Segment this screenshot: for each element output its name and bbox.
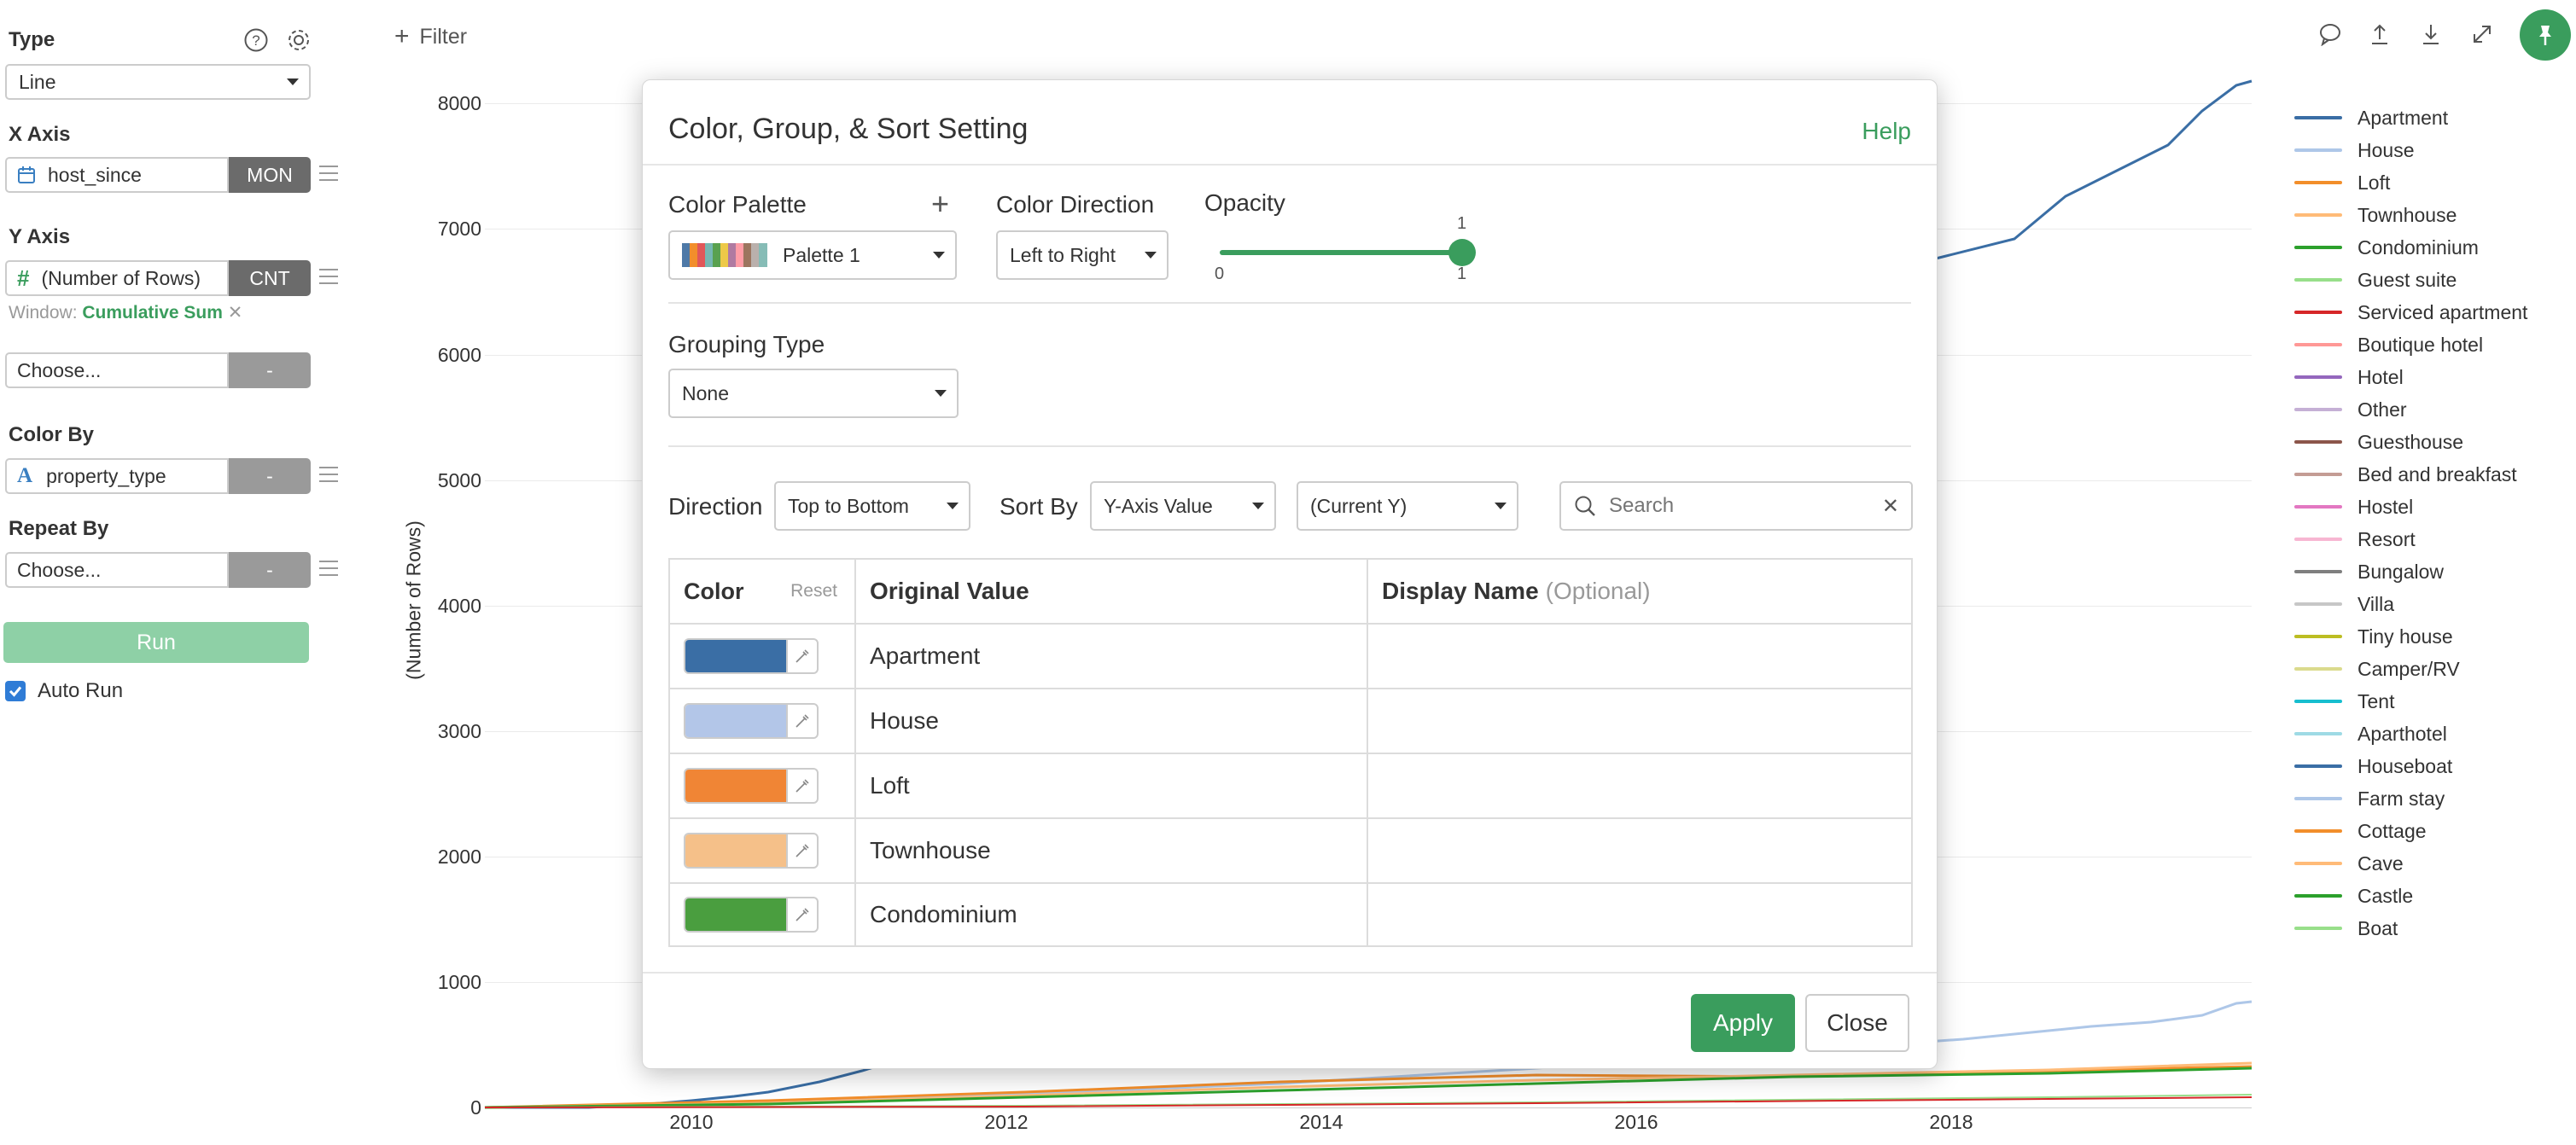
legend-item[interactable]: Villa [2294,588,2394,620]
eyedropper-icon [796,714,809,728]
opacity-min: 0 [1215,264,1225,283]
eyedropper-icon [796,649,809,663]
color-direction-value: Left to Right [1010,243,1116,266]
original-value: Apartment [856,625,1368,688]
clear-search-icon[interactable]: ✕ [1882,494,1899,519]
legend-item[interactable]: Houseboat [2294,750,2452,782]
palette-select[interactable]: Palette 1 [668,230,957,280]
add-palette-icon[interactable]: + [931,186,949,222]
opacity-current-value: 1 [1457,214,1467,233]
apply-button[interactable]: Apply [1691,994,1795,1052]
optional-hint: (Optional) [1545,578,1651,604]
sort-by-select[interactable]: Y-Axis Value [1090,481,1276,531]
legend-item[interactable]: Loft [2294,166,2390,199]
legend-item[interactable]: Boutique hotel [2294,328,2483,361]
eyedropper-icon [796,908,809,921]
color-direction-select[interactable]: Left to Right [996,230,1169,280]
eyedropper-icon [796,779,809,793]
table-row: House [670,688,1911,753]
legend-item[interactable]: Tiny house [2294,620,2453,653]
legend-item[interactable]: House [2294,134,2414,166]
legend-item[interactable]: Guesthouse [2294,426,2463,458]
color-picker[interactable] [684,768,819,804]
legend-item[interactable]: Resort [2294,523,2416,555]
legend-item[interactable]: Condominium [2294,231,2479,264]
close-button[interactable]: Close [1805,994,1909,1052]
legend-item[interactable]: Apartment [2294,102,2448,134]
original-value-header-label: Original Value [870,578,1029,604]
table-row: Townhouse [670,817,1911,882]
legend-item[interactable]: Bungalow [2294,555,2444,588]
sort-by-y-select[interactable]: (Current Y) [1297,481,1518,531]
color-column-header: Color Reset [670,560,856,623]
legend-item[interactable]: Townhouse [2294,199,2457,231]
legend-item[interactable]: Boat [2294,912,2398,944]
palette-swatch [682,243,767,267]
legend-item[interactable]: Cave [2294,847,2404,880]
display-name-cell[interactable] [1368,689,1911,753]
opacity-slider-handle[interactable] [1448,239,1476,266]
display-name-cell[interactable] [1368,884,1911,945]
color-picker[interactable] [684,638,819,674]
grouping-type-label: Grouping Type [668,331,825,357]
legend-item[interactable]: Aparthotel [2294,718,2447,750]
display-name-cell[interactable] [1368,754,1911,817]
legend-item[interactable]: Serviced apartment [2294,296,2527,328]
color-picker[interactable] [684,703,819,739]
dialog-title: Color, Group, & Sort Setting [668,113,1029,145]
sort-by-label: Sort By [1000,493,1078,520]
grouping-type-select[interactable]: None [668,369,959,418]
display-name-header-label: Display Name [1382,578,1539,604]
sort-direction-value: Top to Bottom [788,494,909,517]
legend-item[interactable]: Tent [2294,685,2394,718]
color-direction-label: Color Direction [996,191,1155,218]
legend-item[interactable]: Other [2294,393,2407,426]
color-picker[interactable] [684,897,819,933]
legend-item[interactable]: Camper/RV [2294,653,2460,685]
sort-by-y-value: (Current Y) [1310,494,1407,517]
original-value: Loft [856,754,1368,817]
legend-item[interactable]: Hostel [2294,491,2413,523]
opacity-slider-track[interactable] [1220,250,1464,255]
sort-direction-select[interactable]: Top to Bottom [774,481,970,531]
legend-item[interactable]: Cottage [2294,815,2427,847]
table-header: Color Reset Original Value Display Name … [670,560,1911,623]
sort-by-value: Y-Axis Value [1104,494,1213,517]
search-box: ✕ [1559,481,1913,531]
legend-item[interactable]: Castle [2294,880,2413,912]
original-value: Townhouse [856,819,1368,882]
color-palette-label: Color Palette [668,191,807,218]
table-row: Condominium [670,882,1911,945]
original-value: House [856,689,1368,753]
table-row: Loft [670,753,1911,817]
legend-item[interactable]: Hotel [2294,361,2404,393]
opacity-max: 1 [1457,264,1467,283]
help-link[interactable]: Help [1862,118,1911,145]
original-value: Condominium [856,884,1368,945]
search-input[interactable] [1607,493,1867,519]
legend-item[interactable]: Guest suite [2294,264,2457,296]
display-name-cell[interactable] [1368,819,1911,882]
sort-direction-label: Direction [668,493,763,520]
color-group-sort-dialog: Color, Group, & Sort Setting Help Color … [642,79,1938,1069]
color-mapping-table: Color Reset Original Value Display Name … [668,558,1913,947]
legend-item[interactable]: Farm stay [2294,782,2445,815]
table-row: Apartment [670,623,1911,688]
legend-item[interactable]: Bed and breakfast [2294,458,2517,491]
color-header-label: Color [684,578,744,604]
display-name-header: Display Name (Optional) [1368,560,1911,623]
search-icon [1575,496,1595,516]
eyedropper-icon [796,844,809,857]
grouping-type-value: None [682,381,729,404]
opacity-label: Opacity [1204,189,1285,216]
original-value-header: Original Value [856,560,1368,623]
color-picker[interactable] [684,833,819,869]
palette-value: Palette 1 [783,243,860,266]
reset-button[interactable]: Reset [790,581,837,602]
display-name-cell[interactable] [1368,625,1911,688]
